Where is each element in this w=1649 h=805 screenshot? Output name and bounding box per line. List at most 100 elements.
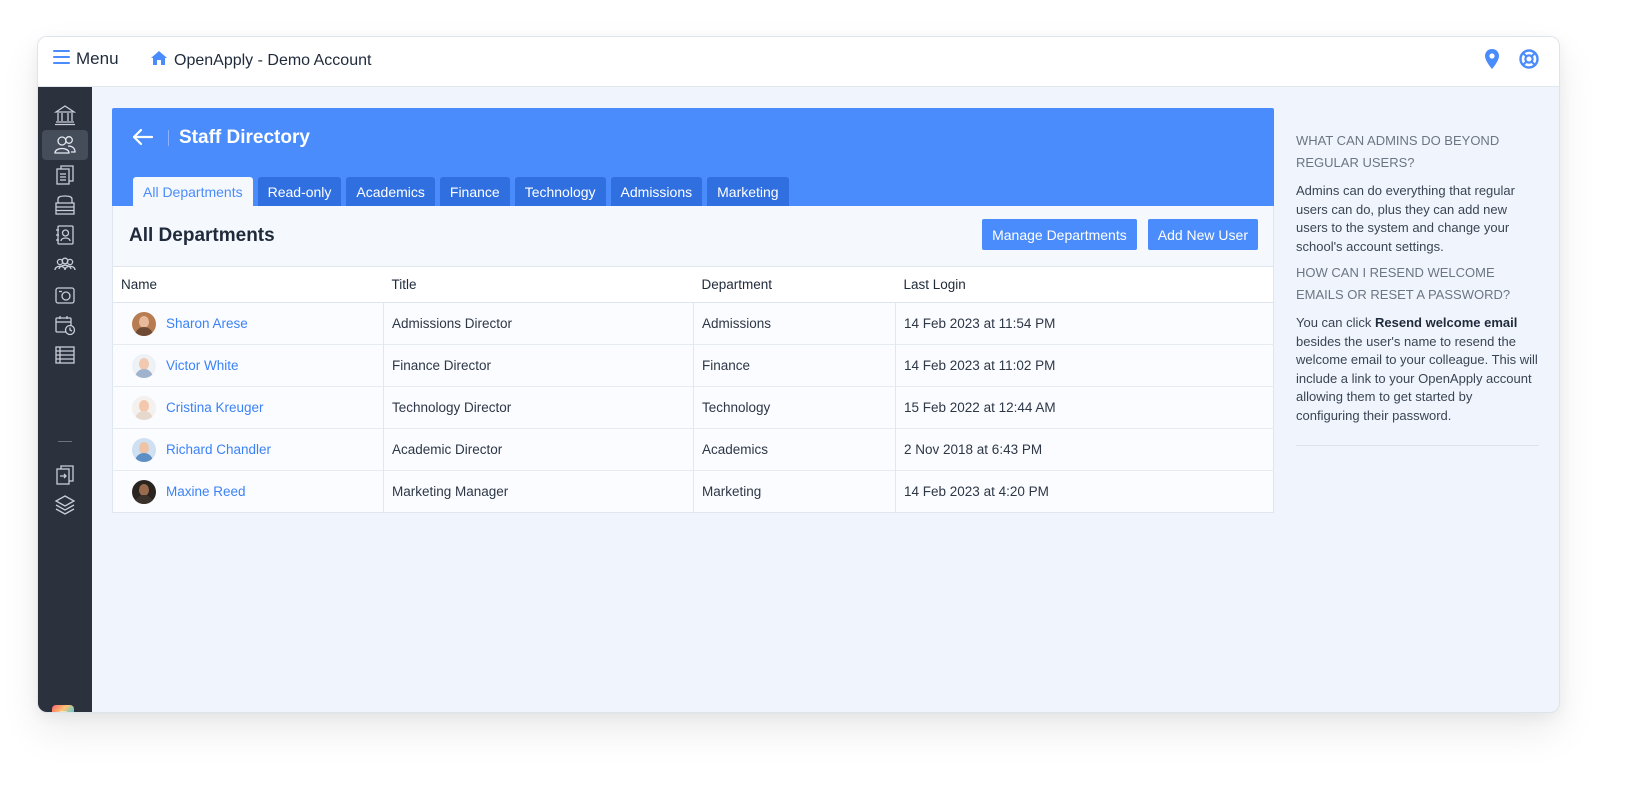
department-tabs: All Departments Read-only Academics Fina… [133, 177, 789, 206]
account-title: OpenApply - Demo Account [174, 51, 372, 69]
table-header-row: Name Title Department Last Login [112, 266, 1274, 303]
name-cell: Sharon Arese [112, 302, 384, 345]
sidebar-item-documents[interactable] [42, 160, 88, 190]
help-answer-suffix: besides the user's name to resend the we… [1296, 333, 1538, 423]
location-pin-icon[interactable] [1485, 49, 1499, 74]
export-icon [56, 465, 74, 485]
name-cell: Richard Chandler [112, 428, 384, 471]
top-right-actions [1485, 49, 1539, 74]
column-header-title[interactable]: Title [383, 266, 694, 303]
title-cell: Finance Director [383, 344, 694, 387]
staff-name-link[interactable]: Cristina Kreuger [166, 400, 264, 415]
avatar [132, 311, 156, 336]
back-arrow-icon[interactable] [132, 128, 154, 151]
title-cell: Academic Director [383, 428, 694, 471]
sidebar-item-export[interactable] [42, 460, 88, 490]
title-cell: Marketing Manager [383, 470, 694, 513]
contacts-icon [56, 225, 74, 245]
brand-logo[interactable]: F [52, 705, 74, 712]
name-cell: Maxine Reed [112, 470, 384, 513]
groups-icon [54, 257, 76, 271]
avatar [132, 353, 156, 378]
hamburger-icon [53, 49, 70, 69]
staff-name-link[interactable]: Maxine Reed [166, 484, 246, 499]
last-login-cell: 14 Feb 2023 at 11:02 PM [895, 344, 1274, 387]
tab-marketing[interactable]: Marketing [707, 177, 789, 206]
calendar-icon [55, 316, 76, 336]
sidebar-item-inbox[interactable] [42, 190, 88, 220]
help-answer-prefix: You can click [1296, 315, 1376, 330]
column-header-last-login[interactable]: Last Login [895, 266, 1274, 303]
inbox-icon [55, 195, 75, 215]
sidebar-item-layers[interactable] [42, 490, 88, 520]
help-panel: WHAT CAN ADMINS DO BEYOND REGULAR USERS?… [1296, 130, 1539, 446]
help-question: WHAT CAN ADMINS DO BEYOND REGULAR USERS? [1296, 133, 1500, 170]
home-icon [150, 50, 168, 71]
department-cell: Marketing [693, 470, 896, 513]
add-new-user-button[interactable]: Add New User [1147, 219, 1258, 250]
sidebar-item-calendar[interactable] [42, 310, 88, 340]
department-cell: Academics [693, 428, 896, 471]
column-header-name[interactable]: Name [112, 266, 384, 303]
users-icon [54, 136, 76, 154]
section-header: All Departments Manage Departments Add N… [112, 206, 1274, 266]
avatar [132, 437, 156, 462]
page-title: Staff Directory [179, 127, 310, 148]
help-question: HOW CAN I RESEND WELCOME EMAILS OR RESET… [1296, 265, 1511, 302]
sidebar-divider [58, 441, 72, 442]
title-cell: Admissions Director [383, 302, 694, 345]
help-divider [1296, 445, 1539, 446]
sidebar: F [38, 87, 92, 712]
tab-read-only[interactable]: Read-only [257, 177, 342, 206]
staff-name-link[interactable]: Richard Chandler [166, 442, 271, 457]
tab-admissions[interactable]: Admissions [610, 177, 703, 206]
header-divider [168, 130, 169, 146]
sidebar-item-camera[interactable] [42, 280, 88, 310]
department-cell: Admissions [693, 302, 896, 345]
help-answer: You can click Resend welcome email besid… [1296, 314, 1539, 425]
last-login-cell: 2 Nov 2018 at 6:43 PM [895, 428, 1274, 471]
tab-all-departments[interactable]: All Departments [133, 177, 253, 206]
department-cell: Technology [693, 386, 896, 429]
table-row: Cristina Kreuger Technology Director Tec… [112, 386, 1274, 429]
menu-button[interactable]: Menu [53, 49, 119, 69]
staff-name-link[interactable]: Victor White [166, 358, 239, 373]
sidebar-item-groups[interactable] [42, 250, 88, 280]
menu-label: Menu [76, 49, 119, 68]
name-cell: Victor White [112, 344, 384, 387]
table-row: Maxine Reed Marketing Manager Marketing … [112, 470, 1274, 513]
sidebar-item-contacts[interactable] [42, 220, 88, 250]
section-actions: Manage Departments Add New User [982, 219, 1258, 250]
avatar [132, 479, 156, 504]
last-login-cell: 15 Feb 2022 at 12:44 AM [895, 386, 1274, 429]
table-row: Victor White Finance Director Finance 14… [112, 344, 1274, 387]
layers-icon [54, 495, 76, 515]
tab-finance[interactable]: Finance [439, 177, 510, 206]
last-login-cell: 14 Feb 2023 at 11:54 PM [895, 302, 1274, 345]
camera-icon [55, 287, 75, 304]
table-row: Richard Chandler Academic Director Acade… [112, 428, 1274, 471]
last-login-cell: 14 Feb 2023 at 4:20 PM [895, 470, 1274, 513]
list-icon [55, 346, 75, 364]
avatar [132, 395, 156, 420]
section-title: All Departments [129, 225, 275, 246]
sidebar-item-users[interactable] [42, 130, 88, 160]
documents-icon [56, 165, 74, 185]
title-cell: Technology Director [383, 386, 694, 429]
home-link[interactable]: OpenApply - Demo Account [150, 50, 371, 71]
tab-technology[interactable]: Technology [514, 177, 606, 206]
sidebar-item-list[interactable] [42, 340, 88, 370]
manage-departments-button[interactable]: Manage Departments [982, 219, 1137, 250]
staff-directory-panel: Staff Directory All Departments Read-onl… [112, 108, 1274, 513]
top-bar: Menu OpenApply - Demo Account [38, 37, 1559, 87]
name-cell: Cristina Kreuger [112, 386, 384, 429]
staff-table: Name Title Department Last Login Sharon … [112, 266, 1274, 513]
panel-header: Staff Directory All Departments Read-onl… [112, 108, 1274, 206]
column-header-department[interactable]: Department [693, 266, 896, 303]
sidebar-item-school[interactable] [42, 100, 88, 130]
department-cell: Finance [693, 344, 896, 387]
help-lifebuoy-icon[interactable] [1519, 49, 1539, 74]
help-answer: Admins can do everything that regular us… [1296, 183, 1515, 254]
tab-academics[interactable]: Academics [346, 177, 435, 206]
staff-name-link[interactable]: Sharon Arese [166, 316, 248, 331]
